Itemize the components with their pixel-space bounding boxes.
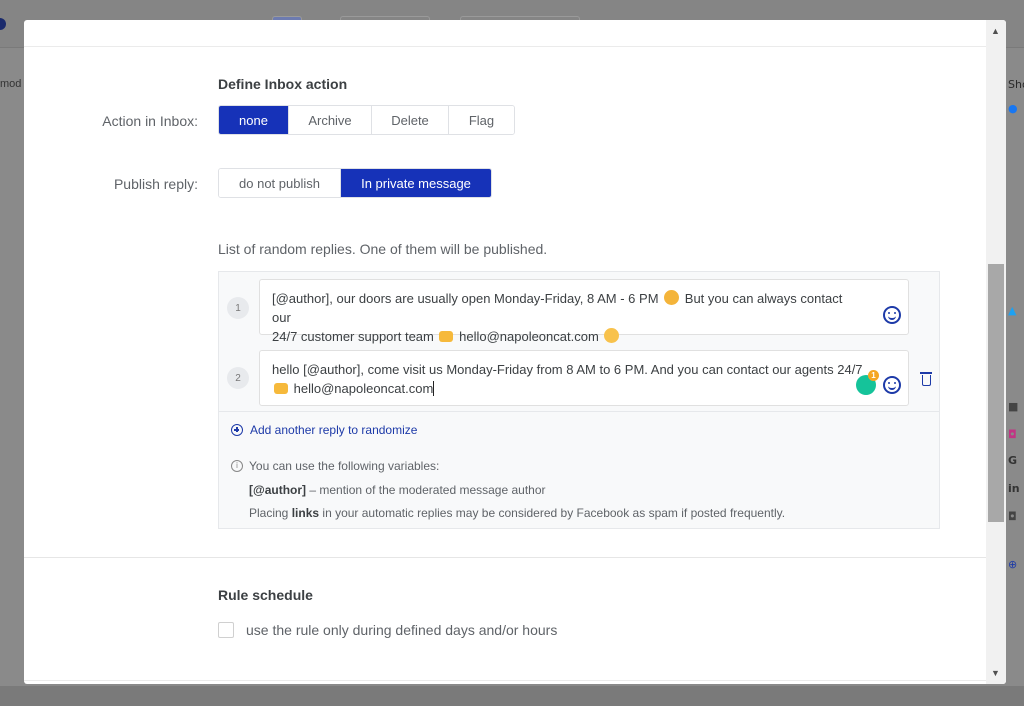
cat-emoji-icon bbox=[604, 328, 620, 343]
inbox-action-delete-button[interactable]: Delete bbox=[372, 106, 449, 134]
replies-list: 1 [@author], our doors are usually open … bbox=[218, 271, 940, 529]
background-label: Sho bbox=[1008, 78, 1024, 91]
emoji-picker-icon[interactable] bbox=[883, 306, 901, 324]
reply-email: hello@napoleoncat.com bbox=[459, 329, 599, 344]
scrollbar-thumb[interactable] bbox=[988, 264, 1004, 522]
instagram-icon: ◘ bbox=[1008, 428, 1017, 441]
text-cursor bbox=[433, 381, 435, 396]
google-icon: G bbox=[1008, 454, 1018, 467]
add-circle-icon bbox=[231, 424, 243, 436]
private-message-button[interactable]: In private message bbox=[341, 169, 491, 197]
links-warning-bold: links bbox=[291, 506, 320, 520]
reply-number-badge: 2 bbox=[227, 367, 249, 389]
reply-text-field[interactable]: [@author], our doors are usually open Mo… bbox=[259, 279, 909, 344]
variable-description: [@author] – mention of the moderated mes… bbox=[249, 483, 546, 497]
inbox-action-selector: none Archive Delete Flag bbox=[218, 105, 515, 135]
linkedin-icon: in bbox=[1008, 482, 1020, 495]
inbox-action-none-button[interactable]: none bbox=[219, 106, 289, 134]
emoji-picker-icon[interactable] bbox=[883, 376, 901, 394]
publish-reply-label: Publish reply: bbox=[113, 176, 198, 192]
inbox-action-flag-button[interactable]: Flag bbox=[449, 106, 514, 134]
links-warning-pre: Placing bbox=[249, 506, 292, 520]
info-icon: i bbox=[231, 460, 243, 472]
background-label: mod bbox=[0, 78, 22, 90]
youtube-icon: ■ bbox=[1008, 400, 1019, 413]
section-title-inbox-action: Define Inbox action bbox=[218, 76, 348, 92]
variable-name: [@author] bbox=[249, 483, 307, 497]
do-not-publish-button[interactable]: do not publish bbox=[219, 169, 341, 197]
logo-icon bbox=[0, 18, 6, 30]
add-icon: ⊕ bbox=[1008, 558, 1018, 571]
pointing-hand-emoji-icon bbox=[439, 331, 454, 342]
reply-text: 24/7 customer support team bbox=[272, 329, 434, 344]
variable-desc: – mention of the moderated message autho… bbox=[306, 483, 546, 497]
add-reply-label: Add another reply to randomize bbox=[250, 423, 418, 437]
section-divider bbox=[24, 557, 986, 558]
action-in-inbox-label: Action in Inbox: bbox=[102, 113, 198, 129]
modal-scrollbar[interactable]: ▲ ▼ bbox=[986, 20, 1006, 684]
replies-items: 1 [@author], our doors are usually open … bbox=[219, 272, 939, 412]
add-reply-button[interactable]: Add another reply to randomize bbox=[231, 423, 417, 437]
divider bbox=[24, 46, 986, 47]
reply-text: [@author], our doors are usually open Mo… bbox=[272, 291, 659, 306]
variables-info-text: You can use the following variables: bbox=[249, 459, 440, 473]
pointing-hand-emoji-icon bbox=[274, 383, 288, 394]
facebook-icon: ● bbox=[1008, 102, 1018, 115]
variables-info: i You can use the following variables: bbox=[231, 459, 439, 473]
replies-intro: List of random replies. One of them will… bbox=[218, 241, 548, 257]
schedule-checkbox-label: use the rule only during defined days an… bbox=[246, 622, 558, 638]
divider bbox=[24, 680, 986, 681]
clapping-hands-emoji-icon bbox=[664, 290, 680, 305]
reply-number-badge: 1 bbox=[227, 297, 249, 319]
reply-text: hello [@author], come visit us Monday-Fr… bbox=[272, 362, 863, 377]
grammarly-alert-badge: 1 bbox=[868, 370, 879, 381]
schedule-checkbox[interactable] bbox=[218, 622, 234, 638]
twitter-icon: ▲ bbox=[1008, 304, 1017, 317]
background-footer bbox=[0, 686, 1024, 706]
reply-text-field[interactable]: hello [@author], come visit us Monday-Fr… bbox=[259, 350, 909, 406]
scroll-down-icon[interactable]: ▼ bbox=[991, 668, 1000, 678]
instagram-icon: ◘ bbox=[1008, 510, 1017, 523]
section-title-rule-schedule: Rule schedule bbox=[218, 587, 313, 603]
rule-modal: Define Inbox action Action in Inbox: non… bbox=[24, 20, 1006, 684]
reply-email: hello@napoleoncat.com bbox=[293, 381, 434, 396]
inbox-action-archive-button[interactable]: Archive bbox=[289, 106, 372, 134]
background-social-column: Sho ● ▲ ■ ◘ G in ◘ ⊕ bbox=[1004, 48, 1024, 706]
scroll-up-icon[interactable]: ▲ bbox=[991, 26, 1000, 36]
links-warning: Placing links in your automatic replies … bbox=[249, 506, 785, 520]
delete-reply-icon[interactable] bbox=[920, 372, 932, 386]
publish-reply-selector: do not publish In private message bbox=[218, 168, 492, 198]
links-warning-post: in your automatic replies may be conside… bbox=[319, 506, 786, 520]
